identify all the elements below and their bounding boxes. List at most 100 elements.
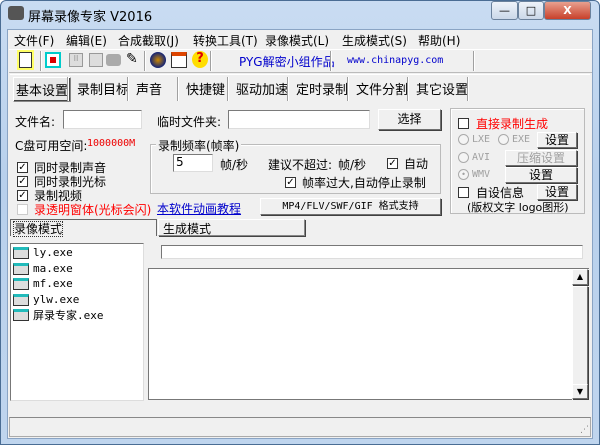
lxe-radio[interactable]: LXE <box>458 134 490 145</box>
checkbox-label: 录透明窗体(光标会闪) <box>34 203 152 217</box>
wmv-settings-button[interactable]: 设置 <box>505 167 577 183</box>
maximize-button[interactable]: □ <box>518 1 544 20</box>
checkbox-label: 自动 <box>404 157 429 171</box>
record-transparent-checkbox[interactable]: 录透明窗体(光标会闪) <box>17 201 151 218</box>
exe-settings-button[interactable]: 设置 <box>537 132 577 148</box>
auto-rate-checkbox[interactable]: ✓ 自动 <box>387 155 428 172</box>
close-button[interactable]: X <box>544 1 591 20</box>
exe-file-icon <box>13 277 29 290</box>
pen-icon[interactable]: ✎ <box>126 51 138 67</box>
menu-edit[interactable]: 编辑(E) <box>66 32 107 49</box>
app-icon <box>8 6 24 20</box>
checkbox-icon <box>458 118 469 129</box>
tab-timer[interactable]: 定时录制 <box>296 79 348 98</box>
scroll-up-button[interactable]: ▲ <box>572 269 588 285</box>
checkbox-icon: ✓ <box>17 162 28 173</box>
stop-button[interactable] <box>89 53 103 67</box>
checkbox-label: 直接录制生成 <box>476 117 549 131</box>
radio-label: WMV <box>472 169 491 180</box>
checkbox-icon: ✓ <box>387 158 398 169</box>
compress-settings-button[interactable]: 压缩设置 <box>505 150 577 166</box>
tab-other[interactable]: 其它设置 <box>416 79 468 98</box>
radio-label: AVI <box>472 152 491 163</box>
radio-icon <box>498 134 509 145</box>
radio-label: EXE <box>512 134 531 145</box>
globe-icon[interactable] <box>150 52 166 68</box>
checkbox-label: 帧率过大,自动停止录制 <box>302 176 426 190</box>
tab-record-mode[interactable]: 录像模式 <box>10 219 157 237</box>
filename-input[interactable] <box>63 110 142 129</box>
custom-settings-button[interactable]: 设置 <box>537 184 577 200</box>
resize-grip-icon[interactable]: ⋰ <box>580 425 589 435</box>
format-support-button[interactable]: MP4/FLV/SWF/GIF 格式支持 <box>260 198 441 215</box>
disk-label: C盘可用空间: <box>15 139 88 153</box>
tab-driver[interactable]: 驱动加速 <box>236 79 288 98</box>
checkbox-icon: ✓ <box>285 177 296 188</box>
custom-info-note: (版权文字 logo图形) <box>467 201 569 214</box>
radio-icon <box>458 152 469 163</box>
window-title: 屏幕录像专家 V2016 <box>28 10 153 25</box>
file-name: 屏录专家.exe <box>33 308 104 322</box>
tab-sound[interactable]: 声音 <box>136 79 162 98</box>
tab-record-target[interactable]: 录制目标 <box>77 79 129 98</box>
filename-label: 文件名: <box>15 115 56 129</box>
tab-label: 录像模式 <box>12 221 64 237</box>
tempdir-label: 临时文件夹: <box>157 115 222 129</box>
radio-icon: • <box>458 169 469 180</box>
tab-generate-mode[interactable]: 生成模式 <box>158 219 305 236</box>
tab-basic[interactable]: 基本设置 <box>13 77 72 102</box>
list-item[interactable]: ly.exe <box>13 245 73 260</box>
preview-area <box>148 268 589 400</box>
menu-generate-mode[interactable]: 生成模式(S) <box>342 32 407 49</box>
help-icon[interactable]: ? <box>192 51 208 68</box>
camera-icon[interactable] <box>106 54 121 66</box>
tempdir-input[interactable] <box>228 110 370 129</box>
tab-split[interactable]: 文件分割 <box>356 79 408 98</box>
radio-label: LXE <box>472 134 491 145</box>
exe-file-icon <box>13 246 29 259</box>
tab-hotkey[interactable]: 快捷键 <box>186 79 225 98</box>
pyg-label: PYG解密小组作品 <box>239 55 335 69</box>
list-item[interactable]: ylw.exe <box>13 292 79 307</box>
url-label[interactable]: www.chinapyg.com <box>347 55 443 66</box>
checkbox-icon <box>458 187 469 198</box>
settings-doc-icon[interactable] <box>171 52 187 68</box>
exe-file-icon <box>13 293 29 306</box>
suggest-label: 建议不超过: <box>268 158 333 172</box>
direct-generate-checkbox[interactable]: 直接录制生成 <box>458 115 548 132</box>
file-name: mf.exe <box>33 277 73 290</box>
path-input[interactable] <box>161 245 583 259</box>
file-name: ma.exe <box>33 262 73 275</box>
menu-compose[interactable]: 合成截取(J) <box>118 32 179 49</box>
disk-value: 1000000M <box>87 138 136 149</box>
suggest-unit: 帧/秒 <box>338 158 367 172</box>
list-item[interactable]: 屏录专家.exe <box>13 307 104 322</box>
exe-file-icon <box>13 262 29 275</box>
auto-stop-checkbox[interactable]: ✓ 帧率过大,自动停止录制 <box>285 174 426 191</box>
menu-convert[interactable]: 转换工具(T) <box>193 32 258 49</box>
menu-record-mode[interactable]: 录像模式(L) <box>265 32 329 49</box>
frame-rate-input[interactable]: 5 <box>173 154 213 172</box>
new-file-icon[interactable] <box>19 52 32 68</box>
checkbox-icon <box>17 204 28 215</box>
menu-help[interactable]: 帮助(H) <box>418 32 460 49</box>
scroll-down-button[interactable]: ▼ <box>572 384 588 399</box>
pause-button[interactable]: II <box>69 53 83 67</box>
select-button[interactable]: 选择 <box>378 109 441 130</box>
list-item[interactable]: ma.exe <box>13 261 73 276</box>
scroll-thumb[interactable] <box>572 286 588 386</box>
avi-radio[interactable]: AVI <box>458 152 490 163</box>
menu-file[interactable]: 文件(F) <box>14 32 54 49</box>
exe-radio[interactable]: EXE <box>498 134 530 145</box>
frame-rate-group-title: 录制频率(帧率) <box>156 137 242 154</box>
record-button[interactable] <box>45 52 61 68</box>
exe-file-icon <box>13 308 29 321</box>
list-item[interactable]: mf.exe <box>13 276 73 291</box>
checkbox-icon: ✓ <box>17 176 28 187</box>
radio-icon <box>458 134 469 145</box>
tutorial-link[interactable]: 本软件动画教程 <box>157 200 241 217</box>
checkbox-icon: ✓ <box>17 190 28 201</box>
minimize-button[interactable]: — <box>491 1 518 20</box>
status-bar <box>9 417 591 437</box>
wmv-radio[interactable]: • WMV <box>458 169 490 180</box>
